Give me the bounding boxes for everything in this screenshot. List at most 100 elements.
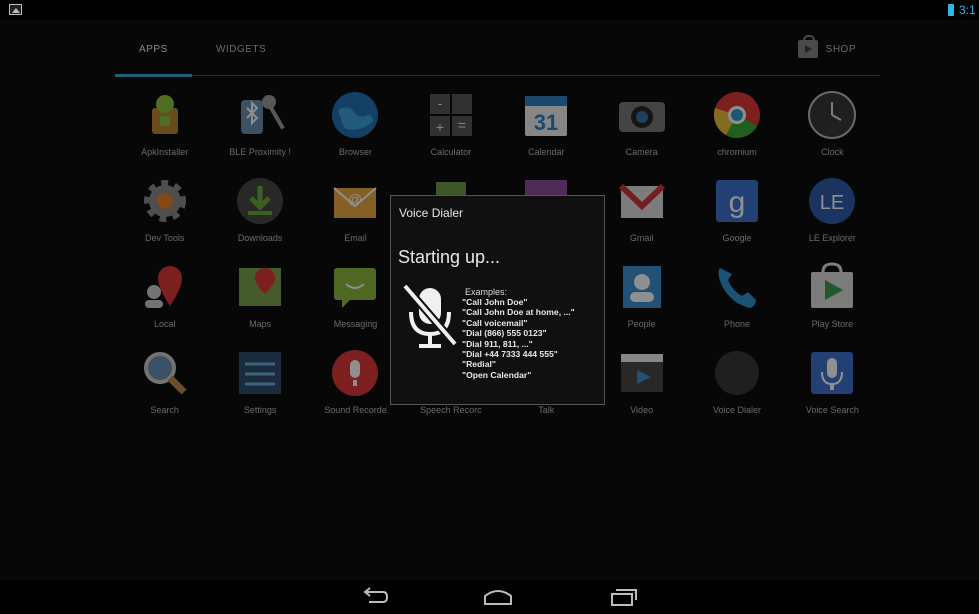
app-shortcut[interactable]: Messaging <box>308 260 403 346</box>
app-shortcut[interactable]: Voice Search <box>785 346 880 432</box>
shop-button[interactable]: SHOP <box>797 35 856 58</box>
app-label: Local <box>153 319 176 329</box>
people-icon <box>617 262 667 312</box>
example-item: "Redial" <box>462 359 496 370</box>
app-shortcut[interactable]: ApkInstaller <box>117 88 212 174</box>
app-label: Calculator <box>430 147 472 157</box>
app-label: People <box>627 319 656 329</box>
app-label: Settings <box>243 405 277 415</box>
app-label: Maps <box>249 319 272 329</box>
app-shortcut[interactable]: @ Email <box>308 174 403 260</box>
app-label: Gmail <box>629 233 654 243</box>
search-icon <box>140 348 190 398</box>
app-shortcut[interactable]: Dev Tools <box>117 174 212 260</box>
app-shortcut[interactable]: Clock <box>785 88 880 174</box>
app-label: ApkInstaller <box>141 147 189 157</box>
app-shortcut[interactable]: Play Store <box>785 260 880 346</box>
app-label: Messaging <box>333 319 378 329</box>
app-shortcut[interactable]: BLE Proximity ! <box>212 88 307 174</box>
app-label: Browser <box>338 147 372 157</box>
examples-list: "Call John Doe" "Call John Doe at home, .… <box>462 297 575 380</box>
svg-text:+: + <box>436 119 444 135</box>
app-shortcut[interactable]: Local <box>117 260 212 346</box>
svg-text:-: - <box>438 95 443 111</box>
voice-dialer-icon <box>712 348 762 398</box>
app-shortcut[interactable]: Sound Recorde <box>308 346 403 432</box>
tab-apps[interactable]: APPS <box>139 44 168 55</box>
app-shortcut[interactable]: g Google <box>689 174 784 260</box>
tab-selected-indicator <box>115 74 192 77</box>
email-icon: @ <box>330 176 380 226</box>
chromium-icon <box>712 90 762 140</box>
app-shortcut[interactable]: Gmail <box>594 174 689 260</box>
navigation-bar <box>0 580 979 614</box>
clock-icon <box>807 90 857 140</box>
app-label: Camera <box>625 147 658 157</box>
app-shortcut[interactable]: Phone <box>689 260 784 346</box>
calendar-icon: 31 <box>521 90 571 140</box>
example-item: "Call John Doe" <box>462 297 528 307</box>
app-shortcut[interactable]: + = - Calculator <box>403 88 498 174</box>
app-shortcut[interactable]: People <box>594 260 689 346</box>
example-item: "Call voicemail" <box>462 317 528 328</box>
app-label: Dev Tools <box>145 233 185 243</box>
tab-widgets[interactable]: WIDGETS <box>216 44 266 55</box>
app-shortcut[interactable]: chromium <box>689 88 784 174</box>
google-icon: g <box>712 176 762 226</box>
app-label: Calendar <box>527 147 565 157</box>
recents-icon[interactable] <box>608 586 638 608</box>
video-icon <box>617 348 667 398</box>
battery-icon <box>948 4 954 16</box>
status-clock: 3:1 <box>959 3 976 17</box>
app-label: Video <box>630 405 654 415</box>
app-label: Speech Recorc <box>420 405 482 415</box>
example-item: "Call John Doe at home, ..." <box>462 307 575 318</box>
android-package-icon <box>140 90 190 140</box>
status-bar: 3:1 <box>0 0 979 20</box>
app-label: Email <box>344 233 367 243</box>
example-item: "Dial 911, 811, ..." <box>462 338 533 349</box>
messaging-icon <box>330 262 380 312</box>
settings-icon <box>235 348 285 398</box>
app-label: Search <box>150 405 179 415</box>
app-label: BLE Proximity ! <box>229 147 291 157</box>
microphone-muted-icon <box>401 283 459 348</box>
app-shortcut[interactable]: LE LE Explorer <box>785 174 880 260</box>
app-label: Google <box>722 233 752 243</box>
gear-icon <box>140 176 190 226</box>
home-icon[interactable] <box>483 586 513 608</box>
app-shortcut[interactable]: Settings <box>212 346 307 432</box>
app-label: LE Explorer <box>808 233 856 243</box>
app-label: Clock <box>821 147 844 157</box>
examples-heading: Examples: <box>465 287 508 297</box>
shop-label: SHOP <box>825 43 856 55</box>
example-item: "Dial +44 7333 444 555" <box>462 349 558 360</box>
app-label: chromium <box>717 147 757 157</box>
app-label: Talk <box>538 405 555 415</box>
app-label: Phone <box>724 319 751 329</box>
app-shortcut[interactable]: Voice Dialer <box>689 346 784 432</box>
app-shortcut[interactable]: Browser <box>308 88 403 174</box>
app-shortcut[interactable]: Downloads <box>212 174 307 260</box>
app-shortcut[interactable]: Search <box>117 346 212 432</box>
app-shortcut[interactable]: Video <box>594 346 689 432</box>
maps-icon <box>235 262 285 312</box>
app-shortcut[interactable]: 31 Calendar <box>499 88 594 174</box>
sound-recorder-icon <box>330 348 380 398</box>
svg-text:g: g <box>729 186 746 219</box>
app-shortcut[interactable]: Maps <box>212 260 307 346</box>
svg-text:=: = <box>458 117 466 133</box>
svg-text:@: @ <box>348 191 362 207</box>
back-icon[interactable] <box>359 586 389 608</box>
app-label: Downloads <box>237 233 283 243</box>
map-pin-icon <box>140 262 190 312</box>
camera-icon <box>617 90 667 140</box>
voice-dialer-dialog: Voice Dialer Starting up... Examples: "C… <box>390 195 605 405</box>
app-shortcut[interactable]: Camera <box>594 88 689 174</box>
gallery-notification-icon[interactable] <box>9 4 22 15</box>
svg-text:31: 31 <box>534 110 558 135</box>
drawer-tabs: APPS WIDGETS SHOP <box>115 35 880 77</box>
play-store-icon <box>807 262 857 312</box>
phone-icon <box>712 262 762 312</box>
calculator-icon: + = - <box>426 90 476 140</box>
